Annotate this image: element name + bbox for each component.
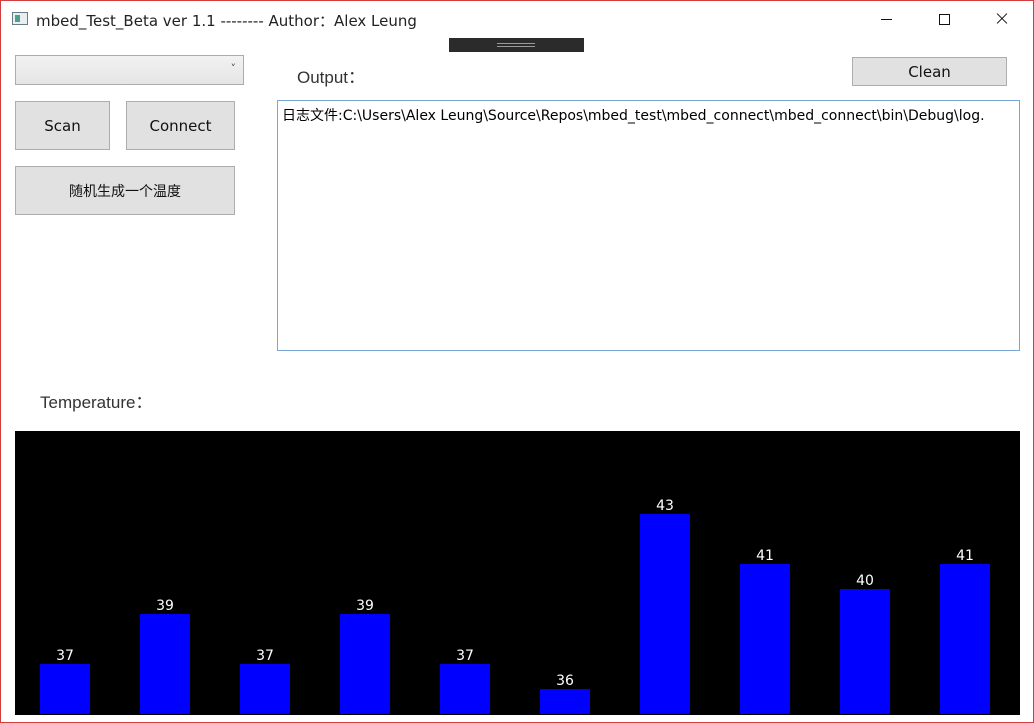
close-icon <box>996 13 1008 25</box>
temperature-chart-svg: 37 39 37 39 37 36 43 41 40 41 <box>40 498 990 714</box>
temperature-bar <box>440 664 490 714</box>
bar-value-label: 39 <box>156 598 174 614</box>
temperature-bar <box>640 514 690 714</box>
port-select[interactable]: ˅ <box>15 55 244 85</box>
bar-value-label: 37 <box>256 648 274 664</box>
chevron-down-icon: ˅ <box>230 62 237 75</box>
bar-value-label: 41 <box>756 548 774 564</box>
bar-value-label: 37 <box>56 648 74 664</box>
output-log-line: 日志文件:C:\Users\Alex Leung\Source\Repos\mb… <box>282 108 985 124</box>
maximize-button[interactable] <box>915 1 973 37</box>
scan-button[interactable]: Scan <box>15 101 110 150</box>
close-button[interactable] <box>973 1 1031 37</box>
temperature-bar <box>940 564 990 714</box>
title-bar[interactable]: mbed_Test_Beta ver 1.1 -------- Author：A… <box>1 1 1033 37</box>
temperature-chart: 37 39 37 39 37 36 43 41 40 41 <box>15 431 1020 715</box>
temperature-bar <box>140 614 190 714</box>
temperature-bar <box>240 664 290 714</box>
temperature-bar <box>740 564 790 714</box>
bar-value-label: 37 <box>456 648 474 664</box>
connect-button[interactable]: Connect <box>126 101 235 150</box>
minimize-icon <box>880 18 892 20</box>
clean-button[interactable]: Clean <box>852 57 1007 86</box>
bar-value-label: 43 <box>656 498 674 514</box>
random-temperature-button[interactable]: 随机生成一个温度 <box>15 166 235 215</box>
output-textbox[interactable]: 日志文件:C:\Users\Alex Leung\Source\Repos\mb… <box>277 100 1020 351</box>
temperature-bar <box>840 589 890 714</box>
app-icon <box>12 12 28 25</box>
window-title: mbed_Test_Beta ver 1.1 -------- Author：A… <box>36 12 417 30</box>
bar-value-label: 41 <box>956 548 974 564</box>
minimize-button[interactable] <box>857 1 915 37</box>
app-window: mbed_Test_Beta ver 1.1 -------- Author：A… <box>0 0 1034 723</box>
bar-value-label: 39 <box>356 598 374 614</box>
drag-handle[interactable] <box>449 38 584 52</box>
output-label: Output： <box>297 68 366 87</box>
temperature-label: Temperature： <box>40 393 153 412</box>
maximize-icon <box>938 13 950 25</box>
temperature-bar <box>40 664 90 714</box>
temperature-bar <box>340 614 390 714</box>
bar-value-label: 36 <box>556 673 574 689</box>
bar-value-label: 40 <box>856 573 874 589</box>
temperature-bar <box>540 689 590 714</box>
